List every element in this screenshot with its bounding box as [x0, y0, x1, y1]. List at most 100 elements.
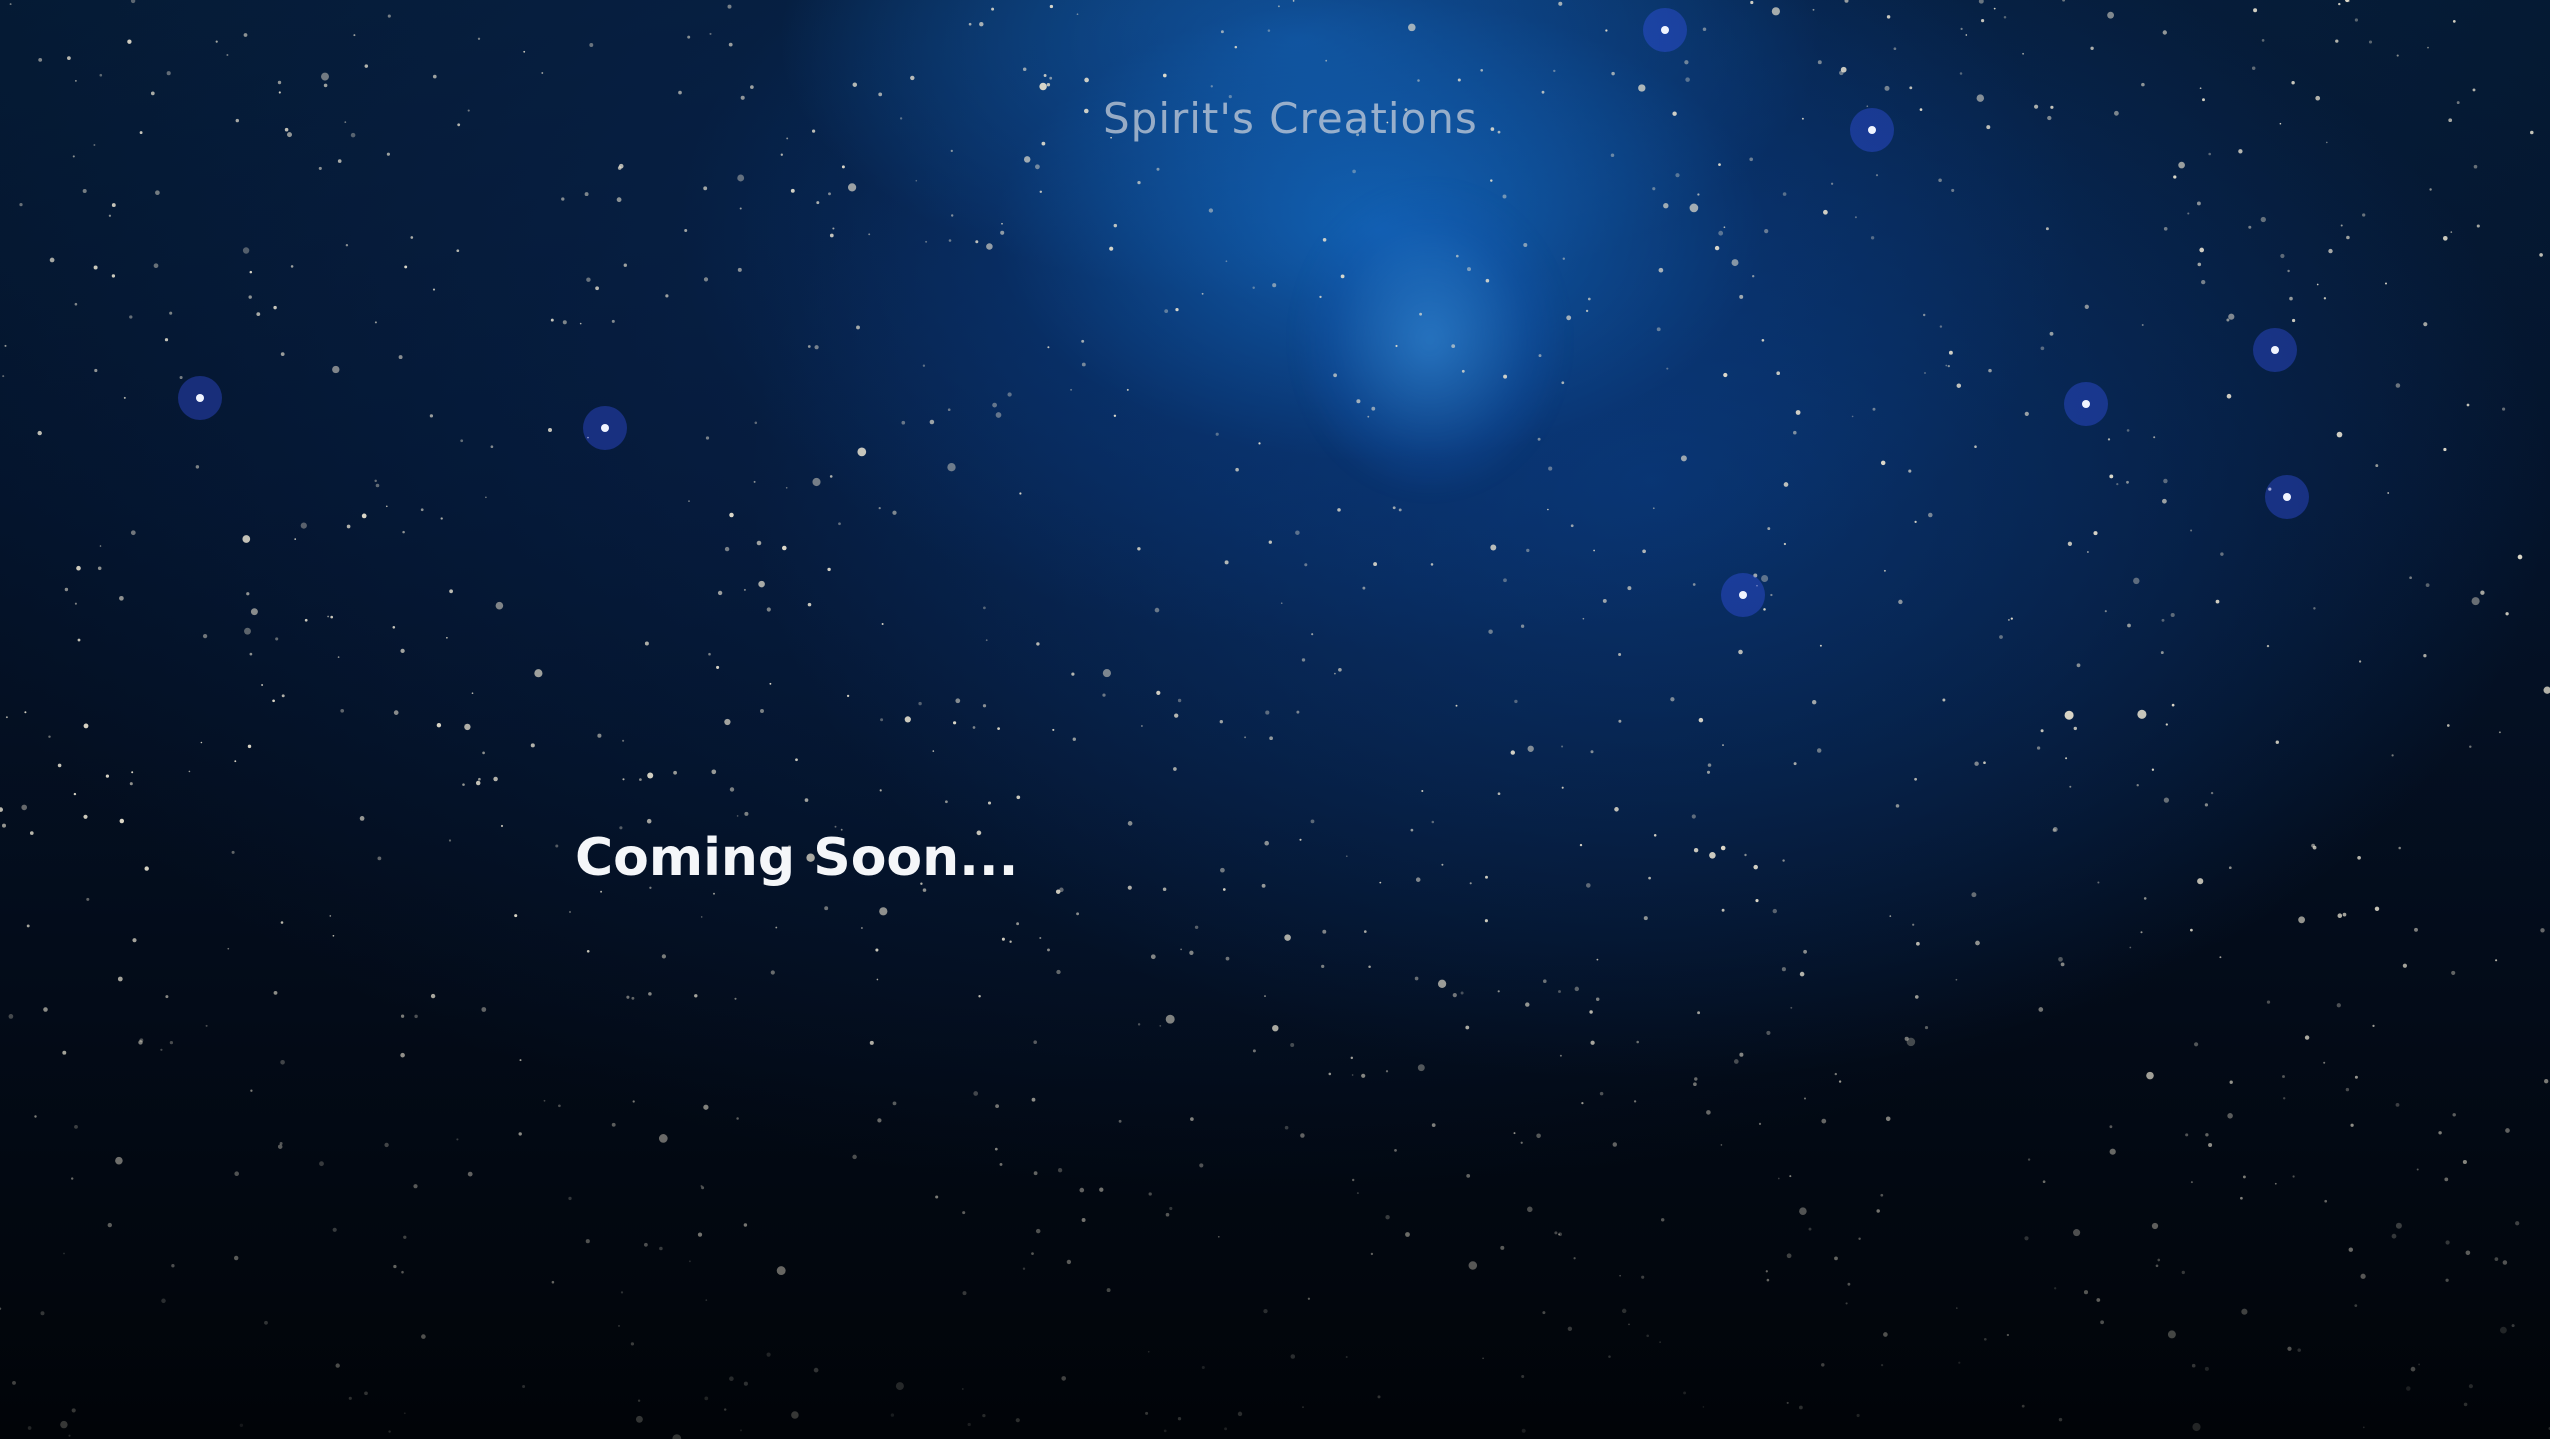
star: [637, 1399, 641, 1402]
star: [1405, 1232, 1410, 1237]
star: [2162, 498, 2167, 504]
star: [1978, 0, 1984, 4]
star: [150, 91, 155, 96]
star: [2315, 95, 2321, 101]
star: [1490, 179, 1493, 182]
star: [1847, 1282, 1851, 1286]
star: [2226, 393, 2232, 399]
star: [2395, 1103, 2400, 1107]
star: [1368, 965, 1371, 969]
star: [2336, 1003, 2341, 1008]
star: [2323, 1061, 2326, 1064]
star: [1049, 76, 1053, 80]
star: [2335, 39, 2339, 43]
star: [1542, 1311, 1546, 1315]
star: [1697, 193, 1700, 196]
star: [1484, 919, 1488, 923]
star: [2104, 610, 2107, 613]
star: [337, 159, 342, 163]
star: [164, 338, 169, 342]
star: [1268, 540, 1272, 544]
star: [353, 34, 356, 37]
star: [235, 118, 239, 123]
star: [716, 665, 720, 669]
star: [1948, 350, 1953, 355]
star: [982, 1413, 986, 1418]
star: [1036, 642, 1040, 646]
star: [1694, 1077, 1698, 1081]
star: [1352, 1178, 1355, 1182]
star: [2096, 1298, 2101, 1302]
star: [1162, 73, 1167, 78]
star: [901, 420, 906, 425]
star: [1666, 367, 1669, 370]
star: [410, 236, 414, 239]
star: [2049, 331, 2054, 336]
star: [1345, 1355, 1348, 1359]
star: [1237, 1411, 1243, 1417]
star: [962, 1211, 966, 1215]
star: [8, 1014, 14, 1019]
star: [2163, 797, 2170, 803]
star: [1898, 599, 1903, 605]
star: [1684, 60, 1689, 65]
star: [169, 1040, 174, 1045]
star: [179, 375, 183, 380]
star: [1525, 1002, 1530, 1007]
star: [2251, 66, 2256, 70]
star: [119, 818, 125, 824]
star: [1763, 608, 1766, 611]
star: [139, 131, 143, 135]
star: [2368, 40, 2373, 44]
star: [2287, 269, 2290, 273]
star: [2466, 403, 2470, 407]
star: [697, 1232, 703, 1237]
star: [729, 787, 735, 792]
star: [1739, 294, 1744, 299]
star: [2038, 1007, 2044, 1012]
star: [1379, 881, 1382, 884]
star: [1482, 1357, 1484, 1360]
star: [832, 227, 835, 230]
star: [2544, 1079, 2549, 1084]
star: [2540, 928, 2545, 933]
star: [1586, 883, 1591, 888]
star: [1845, 1302, 1848, 1305]
star: [1419, 312, 1422, 316]
star: [1642, 549, 1646, 554]
star: [2427, 46, 2429, 49]
star: [2283, 1097, 2286, 1100]
star: [1823, 209, 1828, 215]
star: [743, 1223, 748, 1227]
star: [2396, 54, 2399, 57]
star: [1942, 698, 1946, 702]
star: [838, 522, 841, 526]
star: [1503, 578, 1507, 583]
star: [1723, 372, 1728, 378]
star: [547, 427, 553, 433]
star: [2160, 651, 2164, 655]
star: [1723, 226, 1726, 229]
star: [2202, 98, 2205, 102]
star: [829, 475, 833, 478]
star: [623, 263, 627, 267]
star: [530, 743, 535, 748]
star: [2402, 963, 2408, 968]
star: [1219, 720, 1223, 724]
star: [2291, 80, 2295, 85]
star: [968, 22, 972, 26]
star: [1466, 1174, 1471, 1178]
star: [1417, 1064, 1425, 1072]
star: [1543, 979, 1547, 983]
star: [1460, 991, 1464, 995]
star: [1137, 1023, 1141, 1026]
star: [127, 39, 132, 44]
star: [1162, 887, 1167, 892]
star: [1408, 23, 1416, 32]
star: [247, 744, 252, 749]
star: [500, 824, 504, 828]
star: [2410, 1366, 2416, 1372]
star: [600, 890, 603, 893]
star: [460, 439, 464, 443]
star: [2323, 297, 2327, 300]
